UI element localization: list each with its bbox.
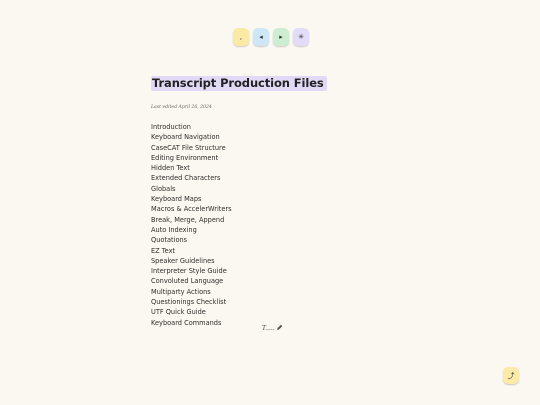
toolbar: , ◂ ▸ ✳ (233, 28, 309, 46)
toc-item[interactable]: Quotations (151, 235, 411, 245)
sparkle-icon: ✳ (298, 33, 304, 41)
toc-link[interactable]: Extended Characters (151, 174, 220, 182)
toc-item[interactable]: EZ Text (151, 246, 411, 256)
toc-link[interactable]: Questionings Checklist (151, 298, 226, 306)
toc-link[interactable]: Globals (151, 185, 175, 193)
toc-item[interactable]: Introduction (151, 122, 411, 132)
document: Transcript Production Files Last edited … (151, 72, 411, 328)
comma-icon: , (239, 33, 243, 41)
signature-text: T..... (262, 325, 275, 332)
toc-link[interactable]: EZ Text (151, 247, 175, 255)
table-of-contents: Introduction Keyboard Navigation CaseCAT… (151, 122, 411, 328)
toc-link[interactable]: UTF Quick Guide (151, 308, 206, 316)
toc-item[interactable]: CaseCAT File Structure (151, 143, 411, 153)
scroll-top-icon: ⤴ (507, 371, 515, 380)
sparkle-button[interactable]: ✳ (293, 28, 309, 46)
toc-link[interactable]: Multiparty Actions (151, 288, 211, 296)
toc-link[interactable]: Introduction (151, 123, 191, 131)
signature: T..... (262, 324, 283, 333)
toc-link[interactable]: Keyboard Navigation (151, 133, 220, 141)
toc-item[interactable]: Keyboard Navigation (151, 132, 411, 142)
toc-link[interactable]: Editing Environment (151, 154, 218, 162)
toc-item[interactable]: Speaker Guidelines (151, 256, 411, 266)
toc-link[interactable]: Hidden Text (151, 164, 190, 172)
pen-icon (276, 324, 283, 333)
toc-item[interactable]: Macros & AccelerWriters (151, 204, 411, 214)
toc-item[interactable]: Hidden Text (151, 163, 411, 173)
toc-item[interactable]: Extended Characters (151, 173, 411, 183)
toc-item[interactable]: Globals (151, 184, 411, 194)
page-title: Transcript Production Files (151, 76, 327, 91)
page-title-wrap: Transcript Production Files (151, 72, 327, 91)
toc-link[interactable]: Keyboard Commands (151, 319, 221, 327)
last-edited-date: Last edited April 26, 2024 (151, 105, 212, 110)
toc-item[interactable]: UTF Quick Guide (151, 307, 411, 317)
prev-button[interactable]: ◂ (253, 28, 269, 46)
prev-arrow-icon: ◂ (259, 33, 263, 41)
toc-link[interactable]: Auto Indexing (151, 226, 197, 234)
toc-link[interactable]: Break, Merge, Append (151, 216, 224, 224)
toc-link[interactable]: Interpreter Style Guide (151, 267, 227, 275)
comma-button[interactable]: , (233, 28, 249, 46)
toc-item[interactable]: Editing Environment (151, 153, 411, 163)
toc-link[interactable]: Quotations (151, 236, 187, 244)
toc-link[interactable]: CaseCAT File Structure (151, 144, 226, 152)
toc-item[interactable]: Multiparty Actions (151, 287, 411, 297)
toc-item[interactable]: Interpreter Style Guide (151, 266, 411, 276)
next-button[interactable]: ▸ (273, 28, 289, 46)
toc-item[interactable]: Questionings Checklist (151, 297, 411, 307)
toc-item[interactable]: Keyboard Maps (151, 194, 411, 204)
toc-item[interactable]: Break, Merge, Append (151, 215, 411, 225)
toc-link[interactable]: Convoluted Language (151, 277, 223, 285)
toc-item[interactable]: Auto Indexing (151, 225, 411, 235)
next-arrow-icon: ▸ (279, 33, 283, 41)
toc-item[interactable]: Convoluted Language (151, 276, 411, 286)
scroll-top-button[interactable]: ⤴ (503, 367, 519, 384)
toc-link[interactable]: Macros & AccelerWriters (151, 205, 232, 213)
toc-link[interactable]: Keyboard Maps (151, 195, 201, 203)
toc-link[interactable]: Speaker Guidelines (151, 257, 215, 265)
